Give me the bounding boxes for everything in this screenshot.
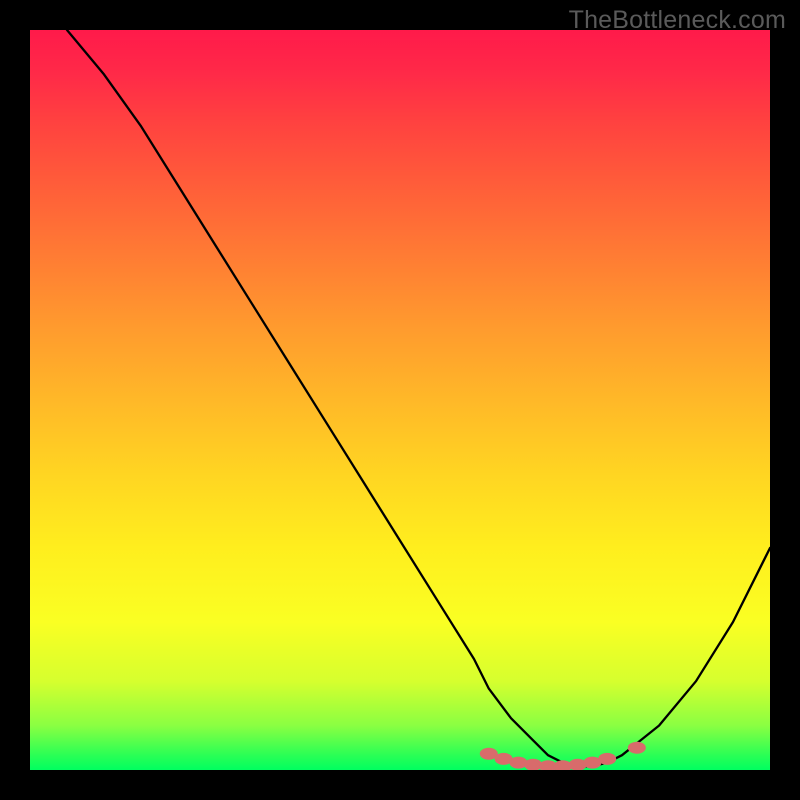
highlight-dot <box>509 757 527 769</box>
chart-frame: TheBottleneck.com <box>0 0 800 800</box>
bottleneck-curve <box>67 30 770 766</box>
plot-area <box>30 30 770 770</box>
highlight-dot <box>598 753 616 765</box>
curve-layer <box>30 30 770 770</box>
watermark-text: TheBottleneck.com <box>569 6 786 35</box>
highlight-dot <box>628 742 646 754</box>
